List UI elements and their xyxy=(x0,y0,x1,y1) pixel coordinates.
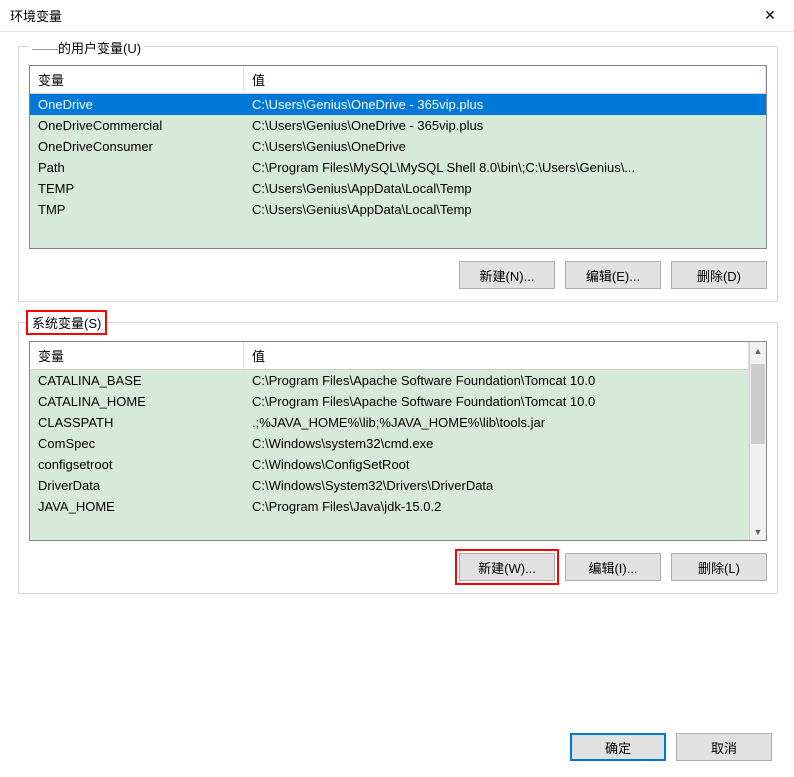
cell-variable: CLASSPATH xyxy=(30,412,244,433)
user-header-value[interactable]: 值 xyxy=(244,66,766,93)
cell-value: C:\Program Files\Java\jdk-15.0.2 xyxy=(244,496,749,517)
table-row[interactable]: ComSpecC:\Windows\system32\cmd.exe xyxy=(30,433,749,454)
cell-variable: OneDriveCommercial xyxy=(30,115,244,136)
ok-button[interactable]: 确定 xyxy=(570,733,666,761)
user-delete-button[interactable]: 删除(D) xyxy=(671,261,767,289)
cell-value: C:\Users\Genius\AppData\Local\Temp xyxy=(244,178,766,199)
cell-variable: CATALINA_BASE xyxy=(30,370,244,391)
scrollbar-up-icon[interactable]: ▲ xyxy=(750,342,766,359)
cell-value: C:\Users\Genius\OneDrive - 365vip.plus xyxy=(244,94,766,115)
system-scrollbar[interactable]: ▲ ▼ xyxy=(749,342,766,540)
system-variables-table[interactable]: 变量 值 CATALINA_BASEC:\Program Files\Apach… xyxy=(29,341,767,541)
table-row[interactable]: PathC:\Program Files\MySQL\MySQL Shell 8… xyxy=(30,157,766,178)
system-new-button[interactable]: 新建(W)... xyxy=(459,553,555,581)
user-edit-button[interactable]: 编辑(E)... xyxy=(565,261,661,289)
cell-variable: CATALINA_HOME xyxy=(30,391,244,412)
close-button[interactable]: ✕ xyxy=(756,2,784,30)
user-table-header: 变量 值 xyxy=(30,66,766,94)
cancel-button[interactable]: 取消 xyxy=(676,733,772,761)
system-button-row: 新建(W)... 编辑(I)... 删除(L) xyxy=(29,553,767,581)
user-new-button[interactable]: 新建(N)... xyxy=(459,261,555,289)
cell-value: C:\Windows\System32\Drivers\DriverData xyxy=(244,475,749,496)
user-variables-table[interactable]: 变量 值 OneDriveC:\Users\Genius\OneDrive - … xyxy=(29,65,767,249)
table-row[interactable]: JAVA_HOMEC:\Program Files\Java\jdk-15.0.… xyxy=(30,496,749,517)
cell-variable: DriverData xyxy=(30,475,244,496)
cell-value: C:\Windows\system32\cmd.exe xyxy=(244,433,749,454)
cell-value: .;%JAVA_HOME%\lib;%JAVA_HOME%\lib\tools.… xyxy=(244,412,749,433)
cell-value: C:\Users\Genius\OneDrive - 365vip.plus xyxy=(244,115,766,136)
table-row[interactable]: TMPC:\Users\Genius\AppData\Local\Temp xyxy=(30,199,766,220)
user-group-label-suffix: 的用户变量(U) xyxy=(58,41,141,56)
cell-value: C:\Windows\ConfigSetRoot xyxy=(244,454,749,475)
system-group-label: 系统变量(S) xyxy=(26,310,107,335)
table-row[interactable]: CATALINA_BASEC:\Program Files\Apache Sof… xyxy=(30,370,749,391)
scrollbar-thumb[interactable] xyxy=(751,364,765,444)
cell-variable: TEMP xyxy=(30,178,244,199)
cell-variable: Path xyxy=(30,157,244,178)
system-delete-button[interactable]: 删除(L) xyxy=(671,553,767,581)
cell-variable: TMP xyxy=(30,199,244,220)
table-row[interactable]: TEMPC:\Users\Genius\AppData\Local\Temp xyxy=(30,178,766,199)
table-row[interactable]: OneDriveCommercialC:\Users\Genius\OneDri… xyxy=(30,115,766,136)
system-table-header: 变量 值 xyxy=(30,342,749,370)
cell-value: C:\Users\Genius\AppData\Local\Temp xyxy=(244,199,766,220)
cell-variable: configsetroot xyxy=(30,454,244,475)
system-header-value[interactable]: 值 xyxy=(244,342,749,369)
table-row[interactable]: CATALINA_HOMEC:\Program Files\Apache Sof… xyxy=(30,391,749,412)
cell-value: C:\Program Files\Apache Software Foundat… xyxy=(244,370,749,391)
cell-variable: ComSpec xyxy=(30,433,244,454)
table-row[interactable]: OneDriveConsumerC:\Users\Genius\OneDrive xyxy=(30,136,766,157)
cell-value: C:\Users\Genius\OneDrive xyxy=(244,136,766,157)
table-row[interactable]: OneDriveC:\Users\Genius\OneDrive - 365vi… xyxy=(30,94,766,115)
table-row[interactable]: DriverDataC:\Windows\System32\Drivers\Dr… xyxy=(30,475,749,496)
table-row[interactable]: configsetrootC:\Windows\ConfigSetRoot xyxy=(30,454,749,475)
system-variables-group: 系统变量(S) 变量 值 CATALINA_BASEC:\Program Fil… xyxy=(18,322,778,594)
cell-value: C:\Program Files\Apache Software Foundat… xyxy=(244,391,749,412)
dialog-footer: 确定 取消 xyxy=(570,733,772,761)
user-group-label: ——的用户变量(U) xyxy=(29,38,144,57)
cell-value: C:\Program Files\MySQL\MySQL Shell 8.0\b… xyxy=(244,157,766,178)
cell-variable: JAVA_HOME xyxy=(30,496,244,517)
cell-variable: OneDriveConsumer xyxy=(30,136,244,157)
window-title: 环境变量 xyxy=(10,6,62,25)
user-variables-group: ——的用户变量(U) 变量 值 OneDriveC:\Users\Genius\… xyxy=(18,46,778,302)
dialog-content: ——的用户变量(U) 变量 值 OneDriveC:\Users\Genius\… xyxy=(0,32,794,668)
user-button-row: 新建(N)... 编辑(E)... 删除(D) xyxy=(29,261,767,289)
titlebar: 环境变量 ✕ xyxy=(0,0,794,32)
system-header-variable[interactable]: 变量 xyxy=(30,342,244,369)
scrollbar-down-icon[interactable]: ▼ xyxy=(750,523,766,540)
user-header-variable[interactable]: 变量 xyxy=(30,66,244,93)
cell-variable: OneDrive xyxy=(30,94,244,115)
username-masked: —— xyxy=(32,41,58,56)
table-row[interactable]: CLASSPATH.;%JAVA_HOME%\lib;%JAVA_HOME%\l… xyxy=(30,412,749,433)
system-edit-button[interactable]: 编辑(I)... xyxy=(565,553,661,581)
